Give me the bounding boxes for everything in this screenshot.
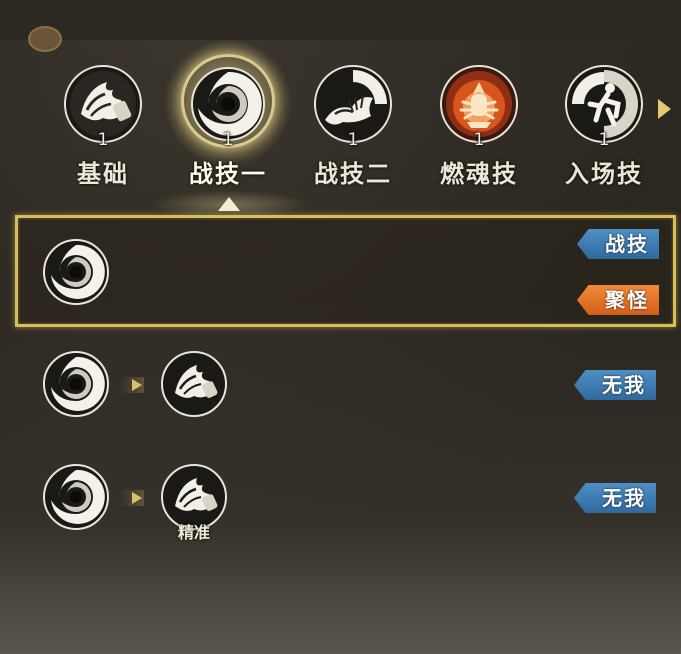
- vortex-icon: [42, 350, 110, 418]
- tab-level: 1: [97, 130, 109, 150]
- sequence-arrow-icon: [132, 379, 142, 391]
- tab-label: 战技一: [189, 159, 267, 188]
- skill-tabs: 1 基础 1 战技一 1 战技二 1 燃魂技 1 入场技: [0, 38, 681, 200]
- scroll-right-arrow-icon[interactable]: [658, 99, 671, 119]
- tab-level: 1: [473, 130, 485, 150]
- tab-level: 1: [222, 130, 234, 150]
- combo-row[interactable]: 无我: [0, 348, 681, 420]
- dragon-claw-icon: [160, 350, 228, 418]
- tag-gather-monsters: 聚怪: [577, 285, 659, 315]
- tab-label: 战技二: [314, 159, 392, 188]
- tab-level: 1: [598, 130, 610, 150]
- vortex-icon: [42, 463, 110, 531]
- combo-row[interactable]: 精准 无我: [0, 461, 681, 542]
- tag-selfless: 无我: [574, 370, 656, 400]
- icon-caption: 精准: [177, 523, 210, 542]
- vortex-icon: [42, 238, 110, 306]
- corner-emblem-icon: [28, 26, 62, 52]
- sequence-arrow-icon: [132, 492, 142, 504]
- tab-label: 入场技: [565, 159, 643, 188]
- tab-label: 燃魂技: [440, 159, 518, 188]
- tab-pointer-icon: [218, 197, 240, 211]
- tag-combat-skill: 战技: [577, 229, 659, 259]
- combo-row-selected[interactable]: 战技 聚怪: [15, 215, 676, 327]
- tag-selfless: 无我: [574, 483, 656, 513]
- tab-label: 基础: [77, 159, 129, 188]
- tab-level: 1: [347, 130, 359, 150]
